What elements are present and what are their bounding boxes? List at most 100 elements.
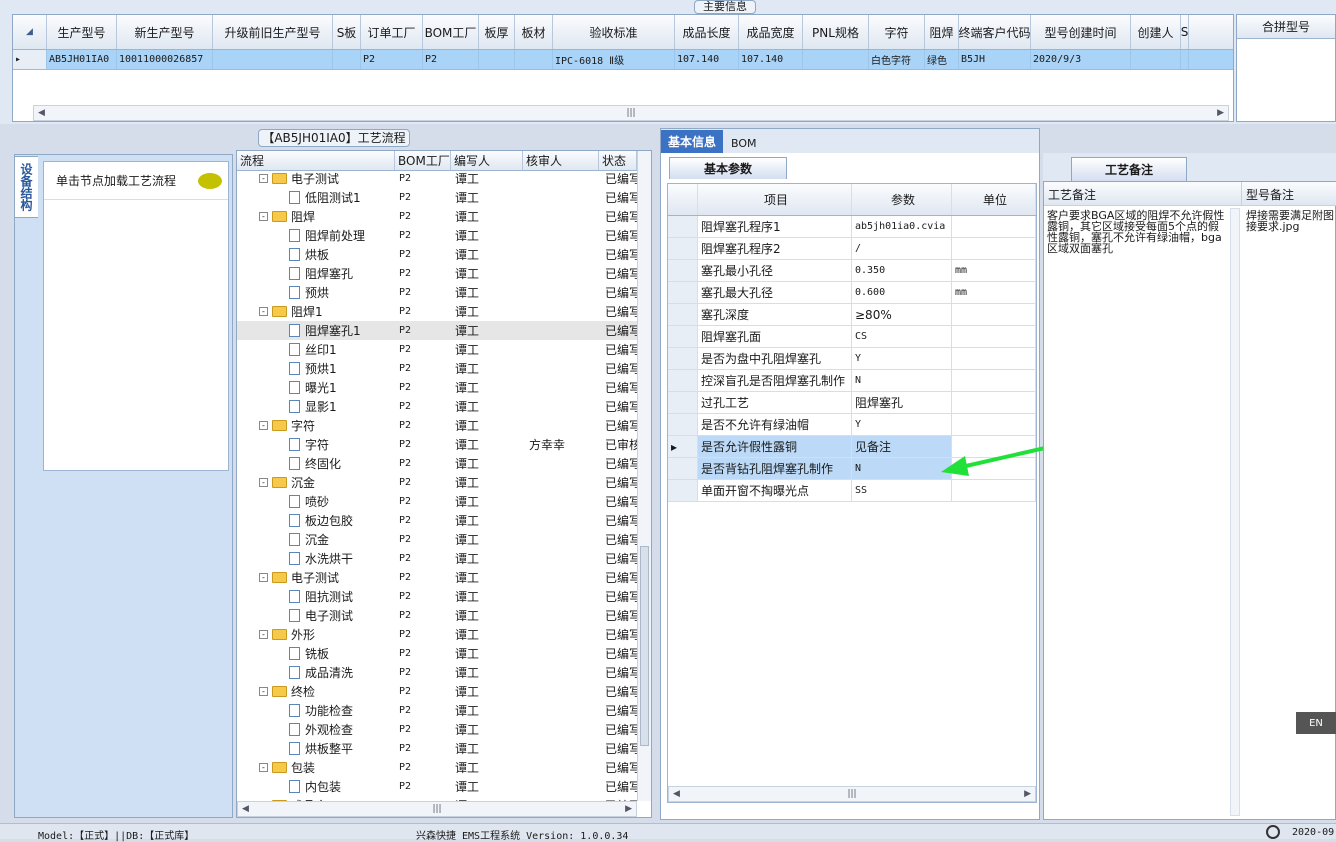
tree-row[interactable]: 板边包胶 P2 谭工 已编写 bbox=[237, 511, 637, 530]
collapse-icon[interactable]: - bbox=[259, 307, 268, 316]
table-row[interactable]: ▸ AB5JH01IA0 10011000026857 P2 P2 IPC-6018 Ⅱ级… bbox=[13, 50, 1233, 70]
collapse-icon[interactable]: - bbox=[259, 174, 268, 183]
hint-row[interactable]: 单击节点加载工艺流程 bbox=[44, 162, 228, 200]
tab-process-notes[interactable]: 工艺备注 bbox=[1071, 157, 1187, 181]
process-notes-text[interactable]: 客户要求BGA区域的阻焊不允许假性露铜，其它区域接受每面5个点的假性露铜，塞孔不… bbox=[1047, 210, 1227, 254]
col-writer[interactable]: 编写人 bbox=[451, 151, 523, 170]
col-item[interactable]: 项目 bbox=[698, 184, 852, 215]
scroll-left-icon[interactable]: ◀ bbox=[242, 804, 249, 814]
param-value[interactable]: SS bbox=[852, 480, 952, 501]
param-row[interactable]: 阻焊塞孔程序1 ab5jh01ia0.cvia bbox=[668, 216, 1036, 238]
param-value[interactable]: ≥80% bbox=[852, 304, 952, 325]
tree-row[interactable]: 铣板 P2 谭工 已编写 bbox=[237, 644, 637, 663]
col-header[interactable]: 成品宽度 bbox=[739, 15, 803, 49]
col-checker[interactable]: 核审人 bbox=[523, 151, 599, 170]
scroll-thumb[interactable]: ||| bbox=[847, 789, 856, 799]
tree-row[interactable]: - 字符 P2 谭工 已编写 bbox=[237, 416, 637, 435]
tree-row[interactable]: 电子测试 P2 谭工 已编写 bbox=[237, 606, 637, 625]
param-row[interactable]: 单面开窗不掏曝光点 SS bbox=[668, 480, 1036, 502]
scroll-left-icon[interactable]: ◀ bbox=[673, 789, 680, 799]
tree-row[interactable]: 阻焊塞孔 P2 谭工 已编写 bbox=[237, 264, 637, 283]
tree-row[interactable]: - 包装 P2 谭工 已编写 bbox=[237, 758, 637, 777]
scroll-thumb[interactable] bbox=[640, 546, 649, 746]
col-header[interactable]: 升级前旧生产型号 bbox=[213, 15, 333, 49]
collapse-icon[interactable]: - bbox=[259, 573, 268, 582]
col-header[interactable]: 创建人 bbox=[1131, 15, 1181, 49]
param-row[interactable]: 塞孔最小孔径 0.350 mm bbox=[668, 260, 1036, 282]
tree-row[interactable]: 低阻测试1 P2 谭工 已编写 bbox=[237, 188, 637, 207]
param-row[interactable]: 控深盲孔是否阻焊塞孔制作 N bbox=[668, 370, 1036, 392]
col-unit[interactable]: 单位 bbox=[952, 184, 1036, 215]
col-status[interactable]: 状态 bbox=[599, 151, 637, 170]
tree-row[interactable]: - 阻焊 P2 谭工 已编写 bbox=[237, 207, 637, 226]
collapse-icon[interactable]: - bbox=[259, 763, 268, 772]
col-header[interactable]: 终端客户代码 bbox=[959, 15, 1031, 49]
scroll-thumb[interactable]: ||| bbox=[626, 108, 635, 118]
scroll-left-icon[interactable]: ◀ bbox=[38, 108, 45, 118]
tree-row[interactable]: 烘板 P2 谭工 已编写 bbox=[237, 245, 637, 264]
tree-row[interactable]: - 终检 P2 谭工 已编写 bbox=[237, 682, 637, 701]
tree-row[interactable]: 水洗烘干 P2 谭工 已编写 bbox=[237, 549, 637, 568]
scroll-right-icon[interactable]: ▶ bbox=[1217, 108, 1224, 118]
col-header[interactable]: BOM工厂 bbox=[423, 15, 479, 49]
subtab-basic-params[interactable]: 基本参数 bbox=[669, 157, 787, 179]
col-header[interactable]: S bbox=[1181, 15, 1189, 49]
col-header[interactable]: 板材 bbox=[515, 15, 553, 49]
param-value[interactable]: ab5jh01ia0.cvia bbox=[852, 216, 952, 237]
notes-scrollbar[interactable] bbox=[1230, 208, 1240, 816]
horizontal-scrollbar[interactable]: ◀ ||| ▶ bbox=[237, 801, 637, 817]
param-row[interactable]: 是否为盘中孔阻焊塞孔 Y bbox=[668, 348, 1036, 370]
tree-row[interactable]: 阻焊塞孔1 P2 谭工 已编写 bbox=[237, 321, 637, 340]
tree-row[interactable]: - 电子测试 P2 谭工 已编写 bbox=[237, 171, 637, 188]
col-header[interactable]: 阻焊 bbox=[925, 15, 959, 49]
tree-row[interactable]: 终固化 P2 谭工 已编写 bbox=[237, 454, 637, 473]
col-header[interactable]: 验收标准 bbox=[553, 15, 675, 49]
tree-row[interactable]: 内包装 P2 谭工 已编写 bbox=[237, 777, 637, 796]
collapse-icon[interactable]: - bbox=[259, 421, 268, 430]
param-value[interactable]: 0.600 bbox=[852, 282, 952, 303]
col-header[interactable]: 生产型号 bbox=[47, 15, 117, 49]
scroll-thumb[interactable]: ||| bbox=[432, 804, 441, 814]
col-header[interactable]: 成品长度 bbox=[675, 15, 739, 49]
param-value[interactable]: 阻焊塞孔 bbox=[852, 392, 952, 413]
tree-row[interactable]: - 电子测试 P2 谭工 已编写 bbox=[237, 568, 637, 587]
tree-row[interactable]: - 阻焊1 P2 谭工 已编写 bbox=[237, 302, 637, 321]
param-row[interactable]: 过孔工艺 阻焊塞孔 bbox=[668, 392, 1036, 414]
col-header[interactable]: 新生产型号 bbox=[117, 15, 213, 49]
col-flow[interactable]: 流程 bbox=[237, 151, 395, 170]
tree-row[interactable]: 曝光1 P2 谭工 已编写 bbox=[237, 378, 637, 397]
scroll-right-icon[interactable]: ▶ bbox=[625, 804, 632, 814]
tab-bom[interactable]: BOM bbox=[723, 134, 765, 153]
col-header[interactable]: 订单工厂 bbox=[361, 15, 423, 49]
collapse-icon[interactable]: - bbox=[259, 630, 268, 639]
tree-row[interactable]: 沉金 P2 谭工 已编写 bbox=[237, 530, 637, 549]
col-header[interactable]: PNL规格 bbox=[803, 15, 869, 49]
tree-row[interactable]: - 外形 P2 谭工 已编写 bbox=[237, 625, 637, 644]
tree-row[interactable]: 外观检查 P2 谭工 已编写 bbox=[237, 720, 637, 739]
tree-row[interactable]: 显影1 P2 谭工 已编写 bbox=[237, 397, 637, 416]
col-header[interactable]: 字符 bbox=[869, 15, 925, 49]
scroll-right-icon[interactable]: ▶ bbox=[1024, 789, 1031, 799]
col-bom-factory[interactable]: BOM工厂 bbox=[395, 151, 451, 170]
tree-row[interactable]: 预烘 P2 谭工 已编写 bbox=[237, 283, 637, 302]
tree-row[interactable]: 喷砂 P2 谭工 已编写 bbox=[237, 492, 637, 511]
horizontal-scrollbar[interactable]: ◀ ||| ▶ bbox=[668, 786, 1036, 802]
tree-row[interactable]: 成品清洗 P2 谭工 已编写 bbox=[237, 663, 637, 682]
vertical-scrollbar[interactable] bbox=[637, 151, 651, 801]
horizontal-scrollbar[interactable]: ◀ ||| ▶ bbox=[33, 105, 1229, 121]
param-row[interactable]: 阻焊塞孔面 CS bbox=[668, 326, 1036, 348]
param-row[interactable]: 阻焊塞孔程序2/ bbox=[668, 238, 1036, 260]
param-row[interactable]: 塞孔深度 ≥80% bbox=[668, 304, 1036, 326]
col-value[interactable]: 参数 bbox=[852, 184, 952, 215]
collapse-icon[interactable]: - bbox=[259, 478, 268, 487]
param-value[interactable]: / bbox=[852, 238, 952, 259]
model-notes-text[interactable]: 焊接需要满足附图接要求.jpg bbox=[1246, 210, 1336, 232]
tree-row[interactable]: 预烘1 P2 谭工 已编写 bbox=[237, 359, 637, 378]
language-indicator[interactable]: EN bbox=[1296, 712, 1336, 734]
tree-row[interactable]: - 沉金 P2 谭工 已编写 bbox=[237, 473, 637, 492]
tree-row[interactable]: 阻焊前处理 P2 谭工 已编写 bbox=[237, 226, 637, 245]
tree-row[interactable]: 字符 P2 谭工 方幸幸 已审核 bbox=[237, 435, 637, 454]
tree-row[interactable]: 烘板整平 P2 谭工 已编写 bbox=[237, 739, 637, 758]
param-value[interactable]: 0.350 bbox=[852, 260, 952, 281]
tree-row[interactable]: 丝印1 P2 谭工 已编写 bbox=[237, 340, 637, 359]
